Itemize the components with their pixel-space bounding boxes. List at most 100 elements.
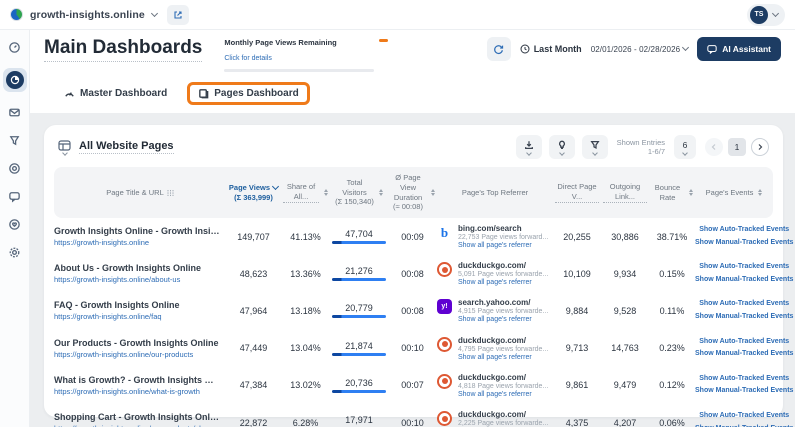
page-url-link[interactable]: https://growth-insights.online [54,238,226,247]
clock-icon [520,44,530,54]
referrer-forwards: 2,225 Page views forwarde... [458,420,549,427]
lightbulb-icon [558,140,565,149]
page-title-cell[interactable]: Our Products - Growth Insights Online [54,338,226,348]
col-page-title[interactable]: Page Title & URL [54,188,226,198]
sidebar-item-goals[interactable] [7,161,22,176]
sidebar-item-funnels[interactable] [7,133,22,148]
page-size-selector[interactable]: 6 [674,135,696,159]
outgoing-links-value: 9,528 [613,305,637,316]
filter-button[interactable] [581,135,608,159]
prev-page-button[interactable] [705,138,723,156]
table-row: What is Growth? - Growth Insights Online… [54,367,793,404]
visitors-value: 21,276 [345,266,373,277]
sort-icon [378,189,383,196]
col-total-visitors[interactable]: Total Visitors (Σ 150,340) [330,178,388,207]
page-title-cell[interactable]: About Us - Growth Insights Online [54,263,226,273]
col-outgoing-links[interactable]: Outgoing Link... [601,182,649,203]
outgoing-links-value: 4,207 [613,417,637,427]
open-site-button[interactable] [166,4,189,25]
ai-assistant-button[interactable]: AI Assistant [697,37,781,61]
pagination: 1 [705,138,769,156]
chevron-down-icon [771,9,780,17]
tab-pages-dashboard[interactable]: Pages Dashboard [187,82,310,105]
col-bounce-rate[interactable]: Bounce Rate [649,183,695,203]
envelope-icon [9,108,20,117]
show-auto-tracked-events-link[interactable]: Show Auto-Tracked Events [695,410,793,423]
sidebar-item-overview[interactable] [7,40,22,55]
direct-views-value: 9,861 [565,380,589,391]
refresh-button[interactable] [486,37,511,61]
duckduckgo-favicon [437,373,452,389]
referrer-domain: bing.com/search [458,224,522,234]
visitors-bar [332,352,386,356]
card-title: All Website Pages [79,140,174,154]
page-title-cell[interactable]: Growth Insights Online - Growth Insights… [54,226,226,236]
show-manual-tracked-events-link[interactable]: Show Manual-Tracked Events [695,348,793,361]
sidebar-item-settings[interactable] [7,245,22,260]
user-menu[interactable]: TS [747,3,785,26]
download-icon [524,140,533,149]
show-auto-tracked-events-link[interactable]: Show Auto-Tracked Events [695,336,793,349]
sidebar-item-favorites[interactable] [7,217,22,232]
show-auto-tracked-events-link[interactable]: Show Auto-Tracked Events [695,224,793,237]
show-all-referrers-link[interactable]: Show all page's referrer [458,316,548,323]
page-url-link[interactable]: https://growth-insights.online/what-is-g… [54,387,226,396]
page-url-link[interactable]: https://growth-insights.online/our-produ… [54,350,226,359]
bounce-rate-value: 0.15% [659,268,685,279]
quota-details-link[interactable]: Click for details [224,55,271,62]
chevron-down-icon [591,149,598,156]
col-page-views[interactable]: Page Views (Σ 363,999) [226,182,281,203]
sidebar-item-dashboards[interactable] [2,68,27,92]
date-range-value: 02/01/2026 - 02/28/2026 [590,44,681,54]
widget-menu-button[interactable] [58,139,71,156]
show-auto-tracked-events-link[interactable]: Show Auto-Tracked Events [695,261,793,274]
next-page-button[interactable] [751,138,769,156]
col-direct-views[interactable]: Direct Page V... [553,182,601,203]
col-duration[interactable]: Ø Page View Duration (≈ 00:08) [388,173,437,212]
quota-widget[interactable]: Monthly Page Views Remaining Click for d… [224,38,389,72]
tab-label: Master Dashboard [80,88,168,99]
page-views-value: 149,707 [237,231,270,242]
pie-chart-icon [5,71,24,89]
date-range-picker[interactable]: 02/01/2026 - 02/28/2026 [590,43,690,54]
show-manual-tracked-events-link[interactable]: Show Manual-Tracked Events [695,385,793,398]
column-reorder-icon [167,189,174,196]
duckduckgo-favicon [437,336,452,352]
visitors-bar [332,315,386,319]
export-button[interactable] [515,135,542,159]
page-url-link[interactable]: https://growth-insights.online/faq [54,312,226,321]
page-number-button[interactable]: 1 [728,138,746,156]
page-title-cell[interactable]: What is Growth? - Growth Insights Online [54,375,226,385]
show-manual-tracked-events-link[interactable]: Show Manual-Tracked Events [695,237,793,250]
sidebar-item-messages[interactable] [7,189,22,204]
page-title-cell[interactable]: FAQ - Growth Insights Online [54,300,226,310]
show-all-referrers-link[interactable]: Show all page's referrer [458,279,548,286]
col-page-events[interactable]: Page's Events [695,188,773,198]
yahoo-favicon: y! [437,299,452,315]
show-auto-tracked-events-link[interactable]: Show Auto-Tracked Events [695,373,793,386]
duration-value: 00:08 [401,268,424,279]
show-all-referrers-link[interactable]: Show all page's referrer [458,242,548,249]
page-title-cell[interactable]: Shopping Cart - Growth Insights Online [54,412,226,422]
site-selector[interactable]: growth-insights.online [10,8,158,21]
period-selector[interactable]: Last Month [520,44,582,54]
direct-views-value: 10,109 [563,268,591,279]
refresh-icon [494,44,504,54]
target-icon [9,163,20,174]
referrer-forwards: 4,915 Page views forwarde... [458,308,549,316]
sidebar [0,30,30,427]
visitors-bar [332,389,386,393]
show-auto-tracked-events-link[interactable]: Show Auto-Tracked Events [695,298,793,311]
tab-master-dashboard[interactable]: Master Dashboard [58,84,173,103]
show-all-referrers-link[interactable]: Show all page's referrer [458,354,548,361]
show-manual-tracked-events-link[interactable]: Show Manual-Tracked Events [695,274,793,287]
show-manual-tracked-events-link[interactable]: Show Manual-Tracked Events [695,311,793,324]
insights-button[interactable] [548,135,575,159]
show-manual-tracked-events-link[interactable]: Show Manual-Tracked Events [695,423,793,427]
col-share[interactable]: Share of All... [281,182,330,203]
show-all-referrers-link[interactable]: Show all page's referrer [458,391,548,398]
page-title: Main Dashboards [44,37,203,62]
page-url-link[interactable]: https://growth-insights.online/about-us [54,275,226,284]
visitors-value: 21,874 [345,340,373,351]
sidebar-item-inbox[interactable] [7,105,22,120]
